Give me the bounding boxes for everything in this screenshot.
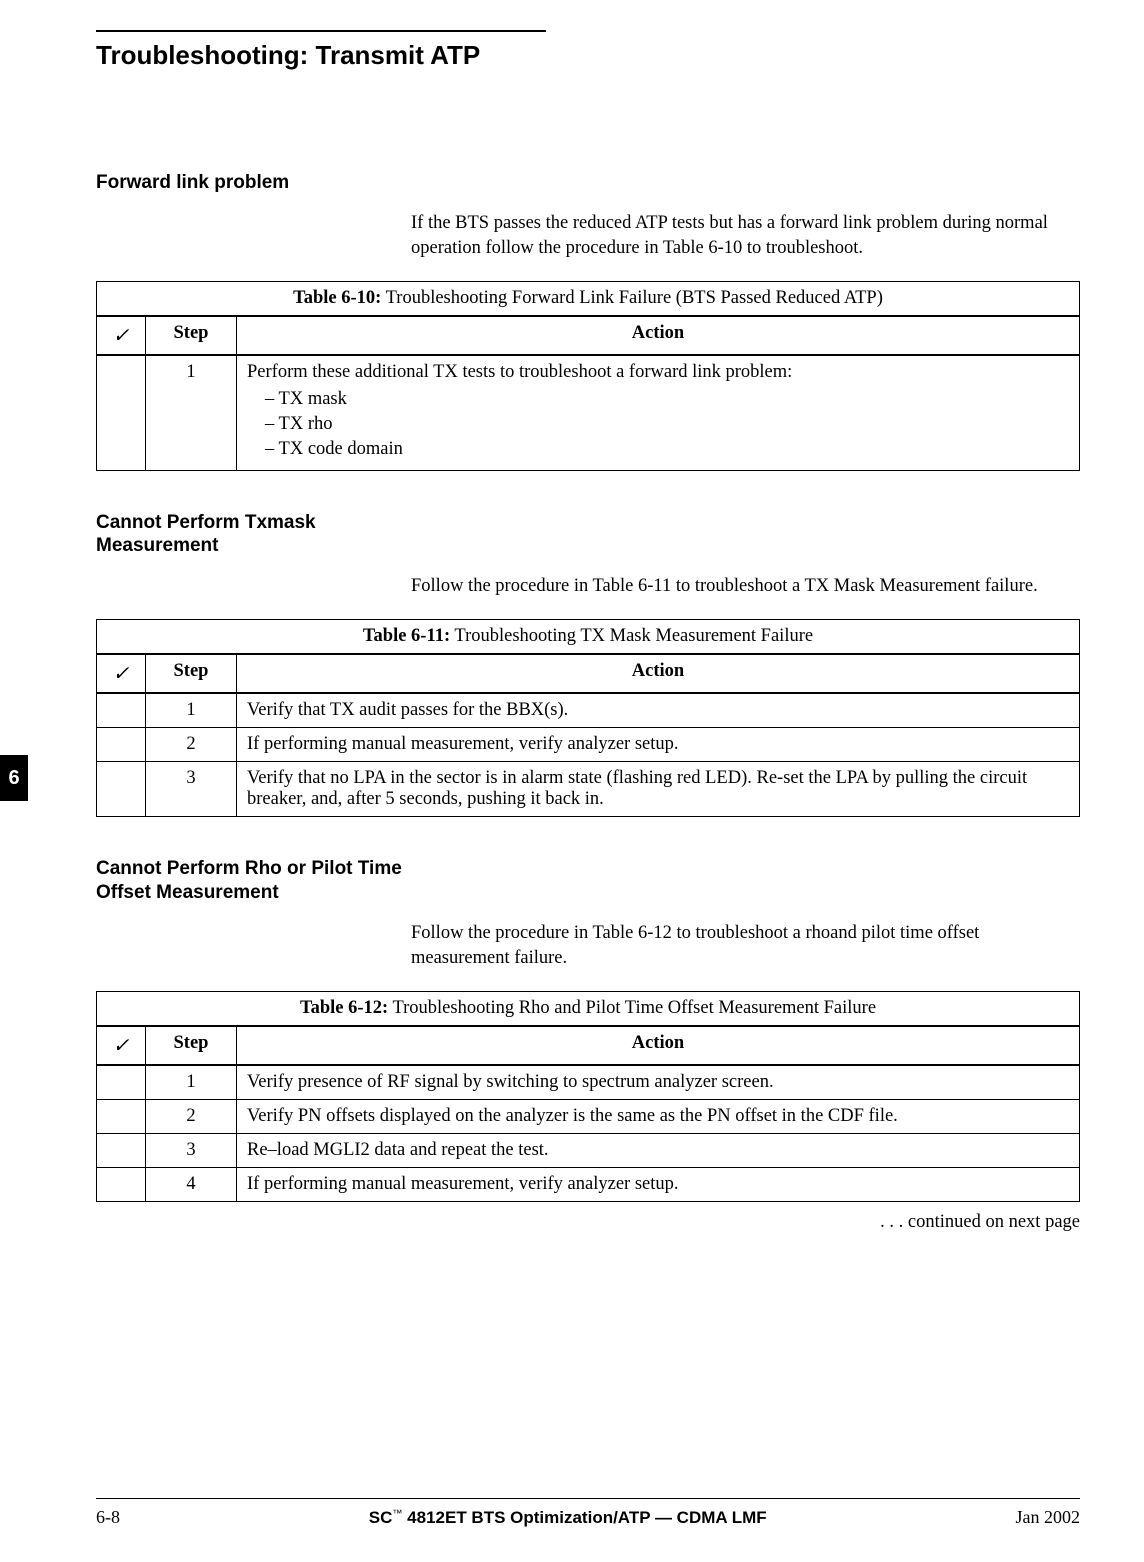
table-row: 2 Verify PN offsets displayed on the ana… (97, 1099, 1080, 1133)
body-paragraph: Follow the procedure in Table 6-11 to tr… (411, 574, 1080, 599)
body-paragraph: If the BTS passes the reduced ATP tests … (411, 211, 1080, 261)
table-caption-text: Troubleshooting Rho and Pilot Time Offse… (388, 998, 876, 1018)
check-cell (97, 1099, 146, 1133)
section-heading-forward-link: Forward link problem (96, 171, 416, 195)
table-label: Table 6-11: (363, 626, 450, 646)
footer-page-number: 6-8 (96, 1507, 120, 1528)
table-caption-text: Troubleshooting TX Mask Measurement Fail… (450, 626, 813, 646)
action-cell: Verify that no LPA in the sector is in a… (237, 762, 1080, 817)
action-lead: Perform these additional TX tests to tro… (247, 362, 792, 382)
table-row: 1 Verify presence of RF signal by switch… (97, 1065, 1080, 1100)
check-cell (97, 762, 146, 817)
check-cell (97, 355, 146, 471)
action-cell: Verify that TX audit passes for the BBX(… (237, 693, 1080, 728)
page-footer: 6-8 SC™ 4812ET BTS Optimization/ATP — CD… (96, 1498, 1080, 1528)
action-cell: Perform these additional TX tests to tro… (237, 355, 1080, 471)
table-row: 1 Perform these additional TX tests to t… (97, 355, 1080, 471)
trademark-symbol: ™ (392, 1508, 402, 1519)
check-cell (97, 693, 146, 728)
step-number: 1 (146, 1065, 237, 1100)
column-action: Action (237, 316, 1080, 355)
table-6-12: Table 6-12: Troubleshooting Rho and Pilo… (96, 991, 1080, 1202)
continued-note: . . . continued on next page (96, 1212, 1080, 1233)
table-6-10: Table 6-10: Troubleshooting Forward Link… (96, 281, 1080, 471)
column-action: Action (237, 654, 1080, 693)
action-list: TX mask TX rho TX code domain (247, 389, 1069, 460)
check-cell (97, 1133, 146, 1167)
check-cell (97, 1167, 146, 1201)
table-caption: Table 6-11: Troubleshooting TX Mask Meas… (97, 620, 1080, 655)
body-paragraph: Follow the procedure in Table 6-12 to tr… (411, 921, 1080, 971)
check-cell (97, 1065, 146, 1100)
step-number: 1 (146, 693, 237, 728)
action-cell: If performing manual measurement, verify… (237, 728, 1080, 762)
list-item: TX code domain (265, 439, 1069, 460)
table-row: 3 Verify that no LPA in the sector is in… (97, 762, 1080, 817)
column-check: ✓ (97, 1026, 146, 1065)
step-number: 3 (146, 762, 237, 817)
table-row: 3 Re–load MGLI2 data and repeat the test… (97, 1133, 1080, 1167)
column-step: Step (146, 654, 237, 693)
action-cell: Verify PN offsets displayed on the analy… (237, 1099, 1080, 1133)
check-icon: ✓ (113, 1035, 130, 1057)
table-6-11: Table 6-11: Troubleshooting TX Mask Meas… (96, 619, 1080, 817)
column-check: ✓ (97, 654, 146, 693)
check-icon: ✓ (113, 663, 130, 685)
step-number: 1 (146, 355, 237, 471)
step-number: 4 (146, 1167, 237, 1201)
table-caption: Table 6-10: Troubleshooting Forward Link… (97, 281, 1080, 316)
step-number: 3 (146, 1133, 237, 1167)
chapter-side-tab: 6 (0, 755, 28, 801)
table-row: 4 If performing manual measurement, veri… (97, 1167, 1080, 1201)
section-heading-rho-pilot: Cannot Perform Rho or Pilot Time Offset … (96, 857, 416, 905)
table-row: 2 If performing manual measurement, veri… (97, 728, 1080, 762)
footer-center-post: 4812ET BTS Optimization/ATP — CDMA LMF (407, 1508, 767, 1527)
list-item: TX rho (265, 414, 1069, 435)
section-heading-txmask: Cannot Perform Txmask Measurement (96, 511, 416, 559)
column-check: ✓ (97, 316, 146, 355)
check-cell (97, 728, 146, 762)
check-icon: ✓ (113, 325, 130, 347)
table-label: Table 6-12: (300, 998, 388, 1018)
action-cell: If performing manual measurement, verify… (237, 1167, 1080, 1201)
table-caption-text: Troubleshooting Forward Link Failure (BT… (381, 288, 883, 308)
table-row: 1 Verify that TX audit passes for the BB… (97, 693, 1080, 728)
list-item: TX mask (265, 389, 1069, 410)
column-step: Step (146, 316, 237, 355)
footer-center-pre: SC (369, 1508, 393, 1527)
table-label: Table 6-10: (293, 288, 381, 308)
footer-date: Jan 2002 (1016, 1507, 1081, 1528)
page-title: Troubleshooting: Transmit ATP (96, 40, 1080, 71)
table-caption: Table 6-12: Troubleshooting Rho and Pilo… (97, 991, 1080, 1026)
column-step: Step (146, 1026, 237, 1065)
footer-center: SC™ 4812ET BTS Optimization/ATP — CDMA L… (369, 1508, 767, 1528)
step-number: 2 (146, 1099, 237, 1133)
action-cell: Verify presence of RF signal by switchin… (237, 1065, 1080, 1100)
action-cell: Re–load MGLI2 data and repeat the test. (237, 1133, 1080, 1167)
column-action: Action (237, 1026, 1080, 1065)
step-number: 2 (146, 728, 237, 762)
